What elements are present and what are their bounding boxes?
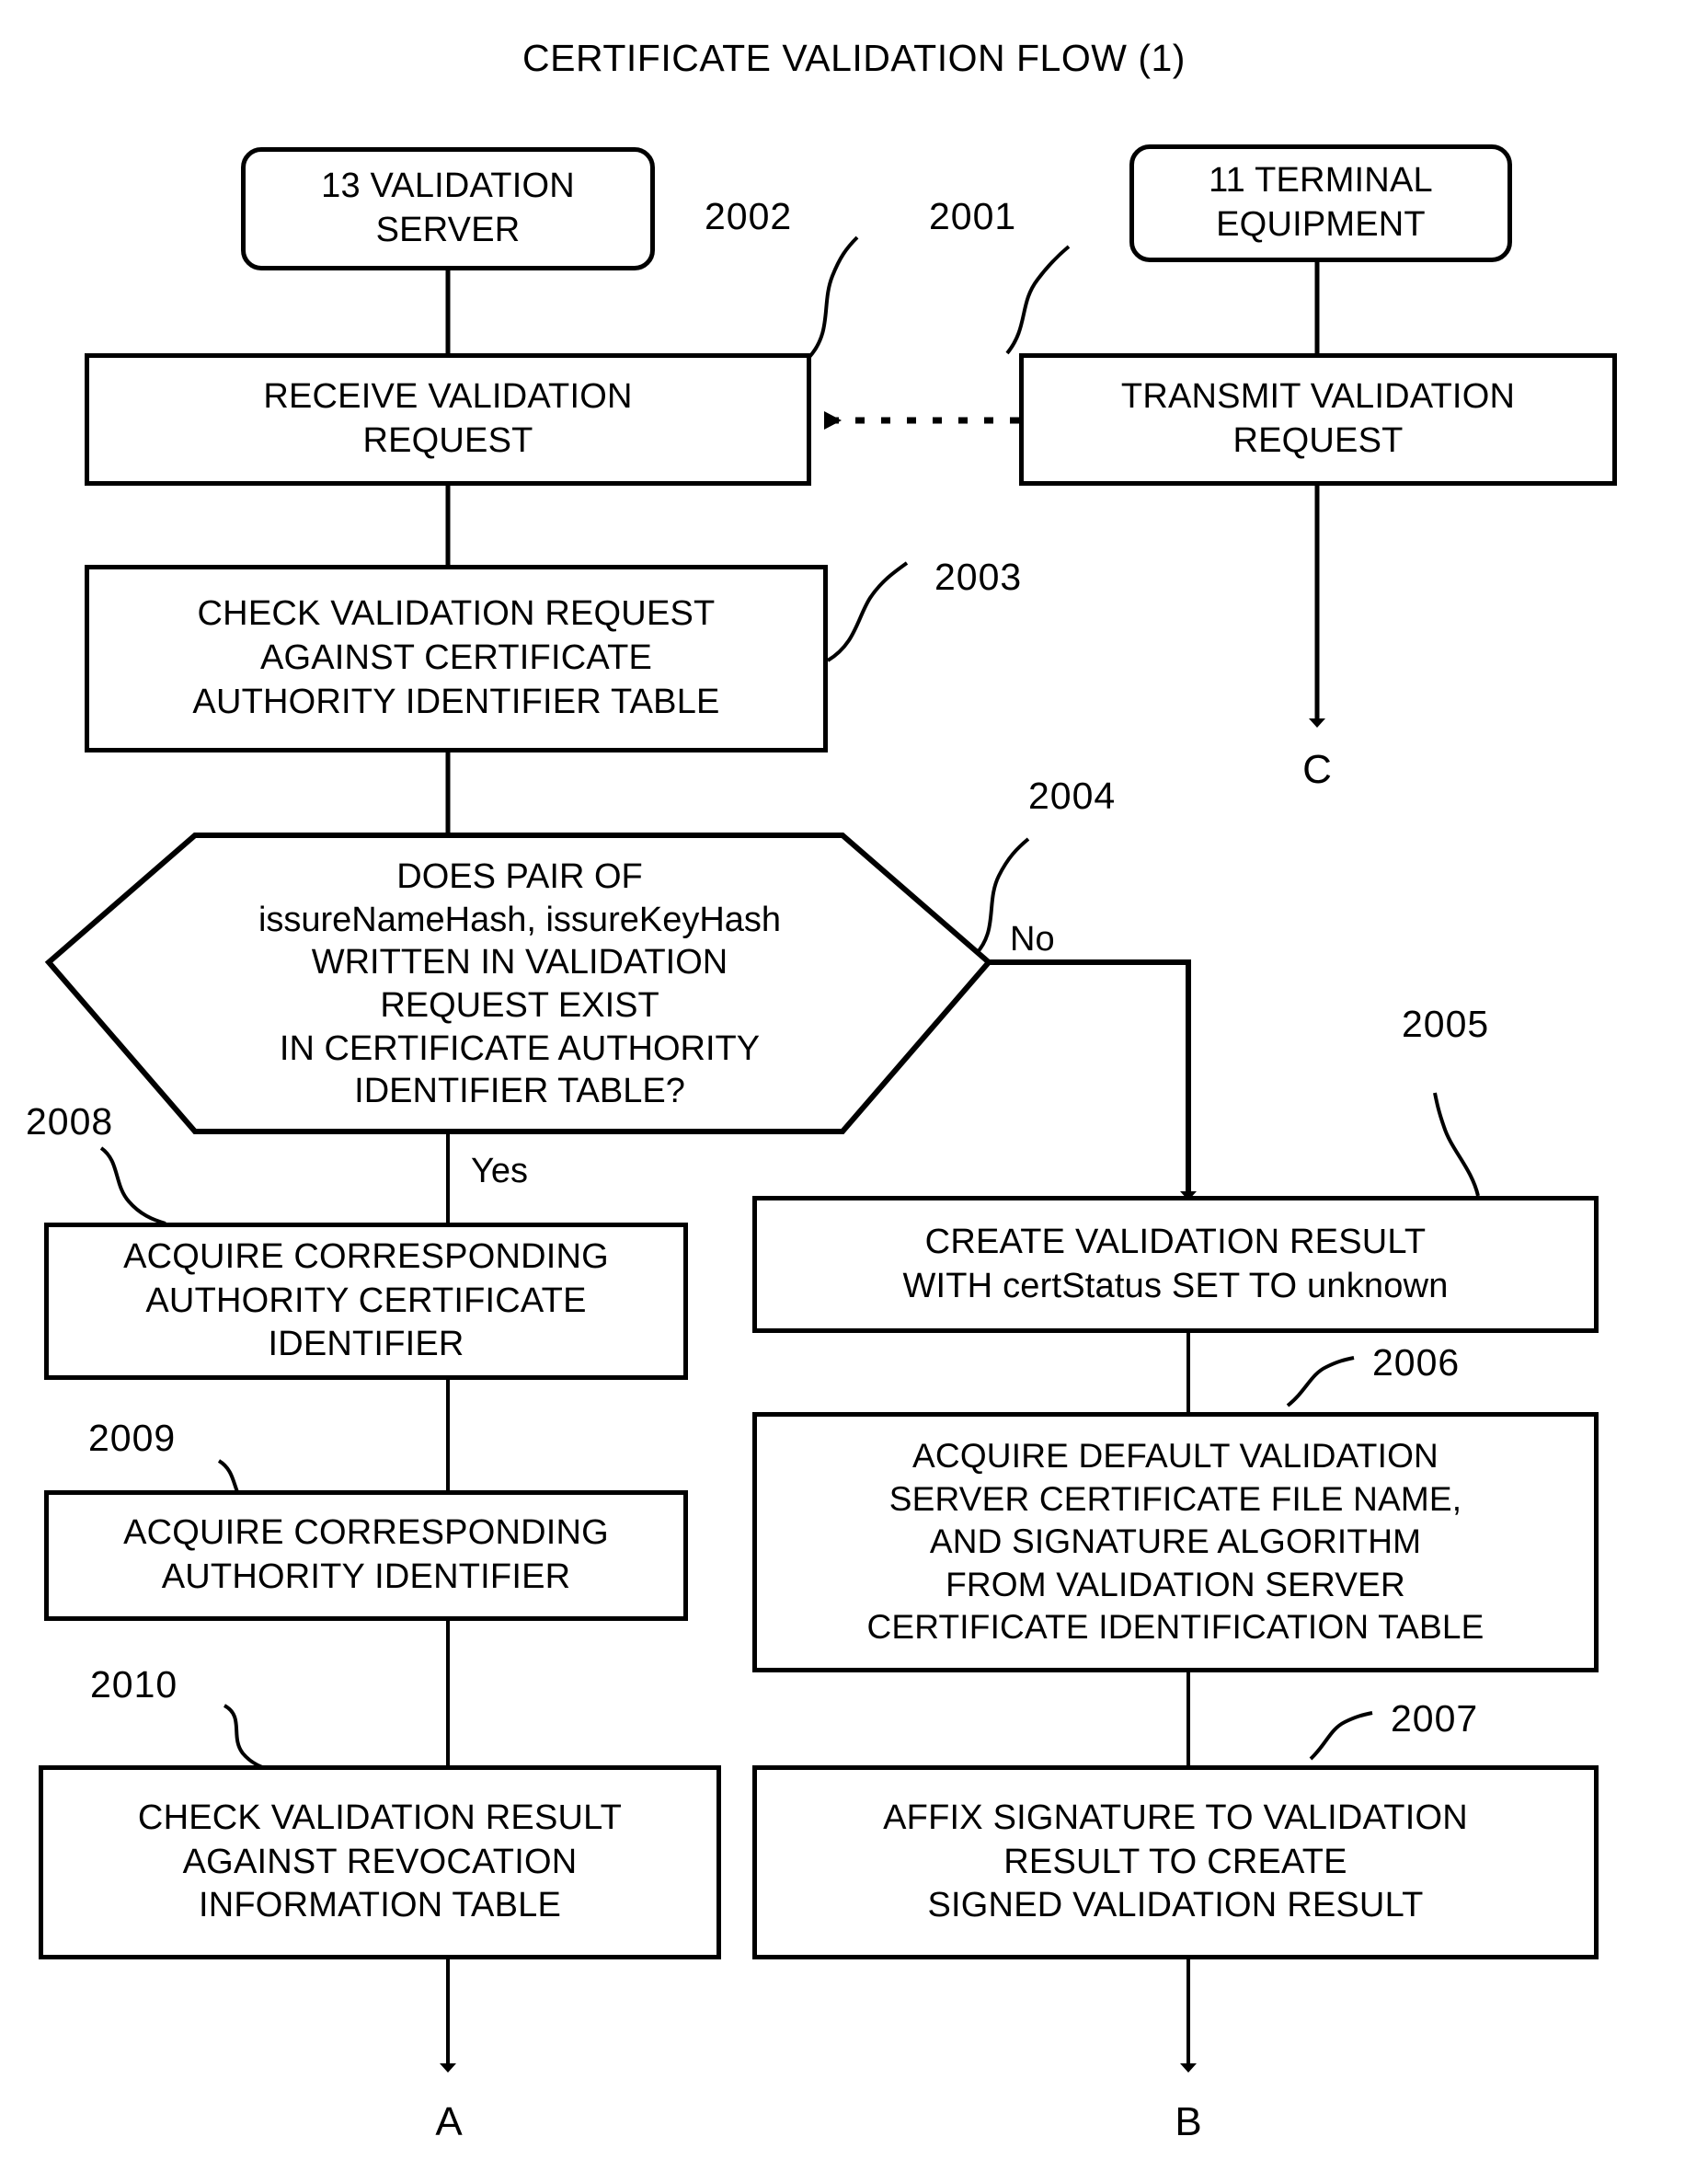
decision-line4: REQUEST EXIST [380,986,659,1025]
receive-request-line1: RECEIVE VALIDATION [263,377,633,417]
create-result-unknown-line2: WITH certStatus SET TO unknown [902,1266,1449,1305]
process-check-validation-result-revocation: CHECK VALIDATION RESULT AGAINST REVOCATI… [39,1765,721,1959]
decision-check-hash-pair-exists: DOES PAIR OF issureNameHash, issureKeyHa… [129,839,911,1130]
figure-canvas: CERTIFICATE VALIDATION FLOW (1) 13 VALID… [0,0,1708,2171]
acquire-default-cert-line2: SERVER CERTIFICATE FILE NAME, [888,1479,1462,1518]
acquire-default-cert-line1: ACQUIRE DEFAULT VALIDATION [912,1436,1439,1475]
figure-title: CERTIFICATE VALIDATION FLOW (1) [522,37,1186,79]
transmit-request-line1: TRANSMIT VALIDATION [1120,377,1516,417]
connector-a: A [435,2099,463,2144]
process-acquire-default-validation-server-certificate: ACQUIRE DEFAULT VALIDATION SERVER CERTIF… [752,1412,1599,1672]
ref-2006: 2006 [1372,1341,1461,1384]
validation-server-line1: 13 VALIDATION [321,167,575,206]
leader-2001 [1005,245,1071,355]
leader-2003 [826,561,909,662]
acquire-auth-cert-id-line3: IDENTIFIER [268,1325,464,1364]
branch-label-yes: Yes [471,1152,528,1190]
check-request-line2: AGAINST CERTIFICATE [259,638,653,678]
acquire-default-cert-line3: AND SIGNATURE ALGORITHM [929,1522,1422,1561]
acquire-auth-cert-id-line1: ACQUIRE CORRESPONDING [123,1236,609,1276]
terminal-equipment-line2: EQUIPMENT [1216,205,1426,244]
branch-label-no: No [1010,920,1055,959]
affix-signature-line2: RESULT TO CREATE [1003,1842,1347,1881]
decision-line5: IN CERTIFICATE AUTHORITY [279,1028,761,1068]
acquire-auth-id-line2: AUTHORITY IDENTIFIER [161,1557,571,1596]
terminator-terminal-equipment: 11 TERMINAL EQUIPMENT [1129,144,1512,262]
terminal-equipment-line1: 11 TERMINAL [1209,161,1433,201]
process-acquire-authority-identifier: ACQUIRE CORRESPONDING AUTHORITY IDENTIFI… [44,1490,688,1621]
leader-2006 [1286,1356,1355,1407]
check-request-line1: CHECK VALIDATION REQUEST [197,594,716,634]
connector-b: B [1175,2099,1202,2144]
terminator-validation-server: 13 VALIDATION SERVER [241,147,655,270]
affix-signature-line3: SIGNED VALIDATION RESULT [927,1886,1424,1925]
decision-line1: DOES PAIR OF [396,856,643,896]
decision-line2: issureNameHash, issureKeyHash [258,900,782,939]
leader-2010 [223,1704,273,1772]
acquire-default-cert-line4: FROM VALIDATION SERVER [946,1565,1405,1603]
transmit-request-line2: REQUEST [1232,421,1404,460]
process-affix-signature: AFFIX SIGNATURE TO VALIDATION RESULT TO … [752,1765,1599,1959]
acquire-auth-cert-id-line2: AUTHORITY CERTIFICATE [145,1281,587,1320]
leader-2008 [99,1146,166,1225]
ref-2010: 2010 [90,1663,178,1706]
process-create-validation-result-unknown: CREATE VALIDATION RESULT WITH certStatus… [752,1196,1599,1333]
validation-server-line2: SERVER [375,211,521,249]
ref-2002: 2002 [705,195,793,237]
check-revocation-line1: CHECK VALIDATION RESULT [137,1798,623,1837]
acquire-default-cert-line5: CERTIFICATE IDENTIFICATION TABLE [866,1608,1484,1647]
process-acquire-authority-certificate-identifier: ACQUIRE CORRESPONDING AUTHORITY CERTIFIC… [44,1223,688,1380]
process-transmit-validation-request: TRANSMIT VALIDATION REQUEST [1019,353,1617,486]
connector-c: C [1302,747,1332,792]
process-check-validation-request: CHECK VALIDATION REQUEST AGAINST CERTIFI… [85,565,828,752]
check-revocation-line3: INFORMATION TABLE [199,1886,561,1925]
check-revocation-line2: AGAINST REVOCATION [182,1842,578,1881]
process-receive-validation-request: RECEIVE VALIDATION REQUEST [85,353,811,486]
check-request-line3: AUTHORITY IDENTIFIER TABLE [192,682,720,721]
leader-2007 [1309,1711,1373,1761]
ref-2008: 2008 [26,1100,114,1143]
ref-2007: 2007 [1391,1697,1479,1740]
leader-2005 [1433,1092,1480,1197]
ref-2009: 2009 [88,1417,177,1459]
affix-signature-line1: AFFIX SIGNATURE TO VALIDATION [883,1798,1468,1837]
ref-2001: 2001 [929,195,1017,237]
ref-2003: 2003 [934,556,1023,598]
create-result-unknown-line1: CREATE VALIDATION RESULT [924,1222,1427,1261]
ref-2004: 2004 [1028,775,1117,817]
decision-line6: IDENTIFIER TABLE? [354,1072,685,1111]
receive-request-line2: REQUEST [362,421,533,460]
wire-no-branch [989,959,1197,1200]
leader-2002 [808,235,859,359]
ref-2005: 2005 [1402,1003,1490,1045]
decision-line3: WRITTEN IN VALIDATION [311,943,728,982]
acquire-auth-id-line1: ACQUIRE CORRESPONDING [123,1513,609,1553]
